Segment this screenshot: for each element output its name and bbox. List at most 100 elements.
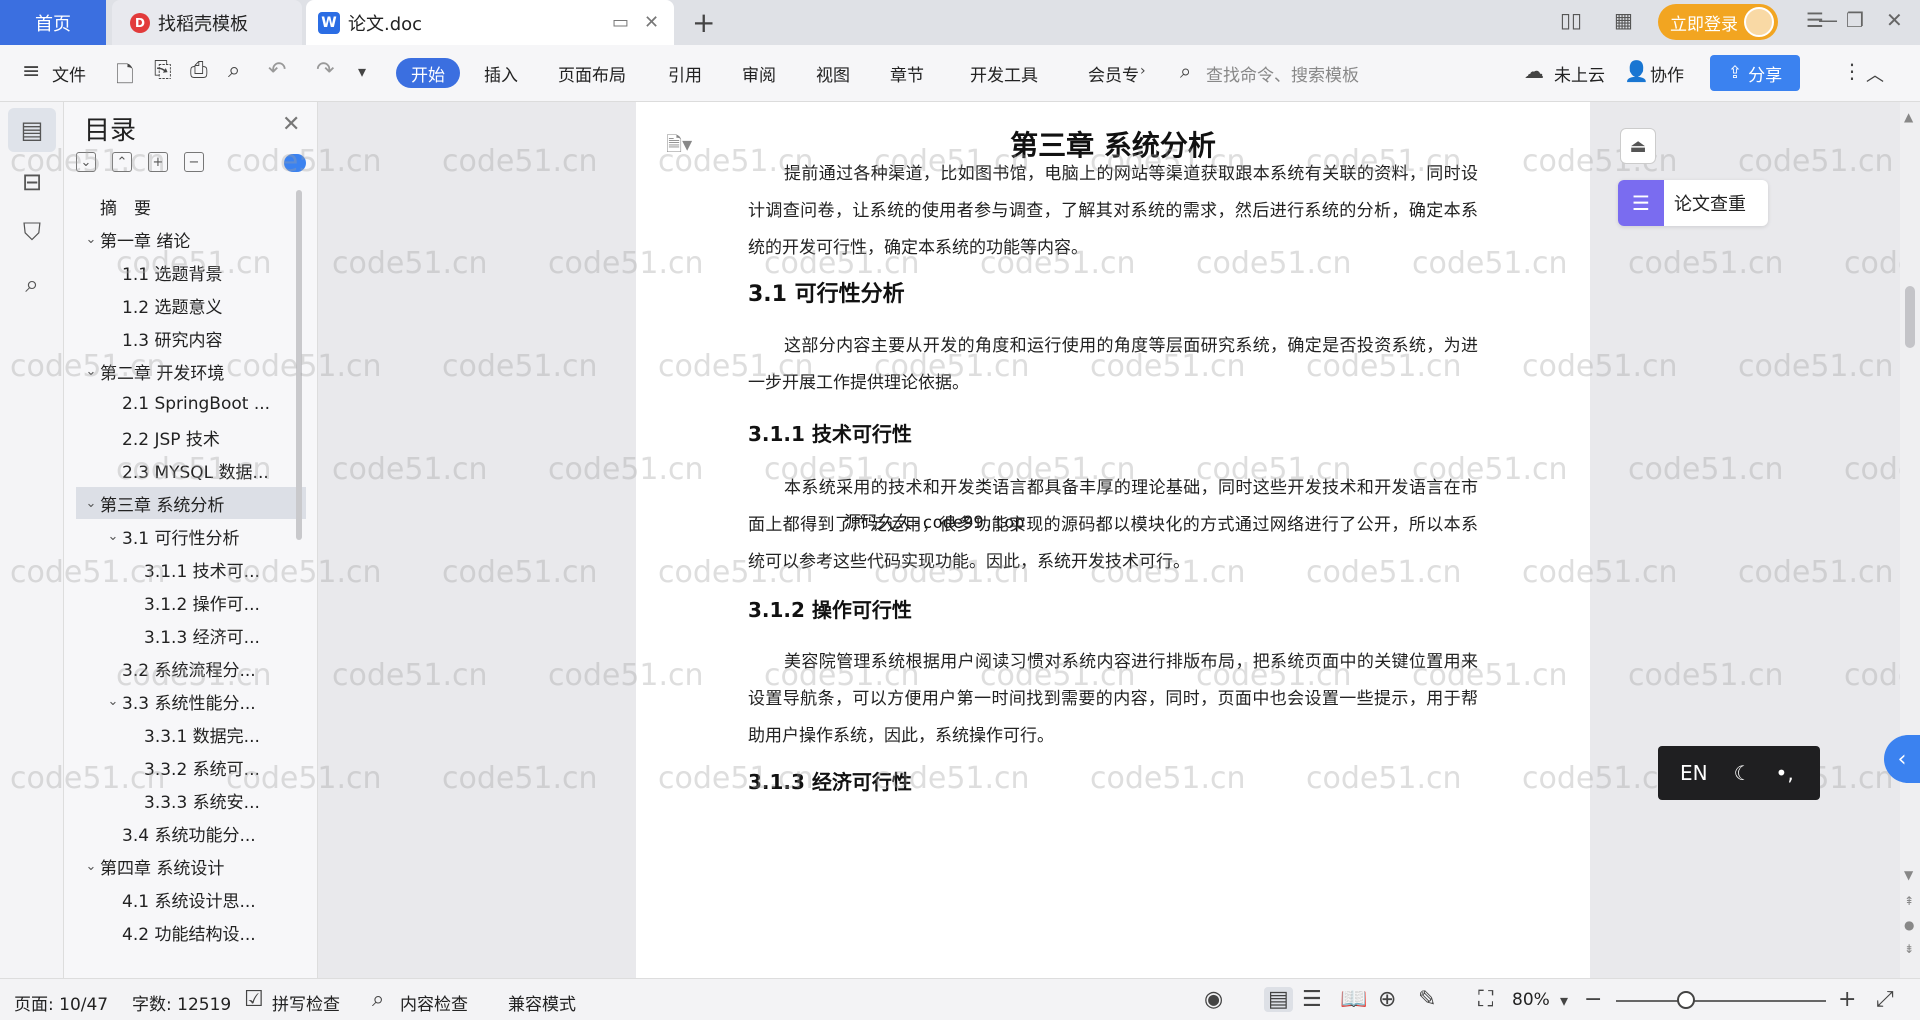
export-icon[interactable]: ⎘ (154, 58, 172, 83)
zoom-dropdown-icon[interactable]: ▾ (1560, 991, 1568, 1010)
outline-item[interactable]: 2.2 JSP 技术 (76, 421, 306, 453)
login-button[interactable]: 立即登录 (1658, 4, 1778, 40)
tab-templates[interactable]: D 找稻壳模板 (112, 0, 302, 45)
tab-review[interactable]: 审阅 (742, 61, 776, 86)
tab-home[interactable]: 首页 (0, 0, 106, 45)
outline-item[interactable]: 3.4 系统功能分... (76, 817, 306, 849)
scroll-down-icon[interactable]: ▼ (1904, 868, 1913, 882)
outline-item[interactable]: 4.2 功能结构设... (76, 916, 306, 948)
outline-item[interactable]: 1.1 选题背景 (76, 256, 306, 288)
remove-heading-icon[interactable]: − (184, 152, 204, 172)
collaborate-button[interactable]: 协作 (1650, 61, 1684, 86)
chapter-nav-icon[interactable]: ⊟ (8, 160, 56, 204)
prev-page-icon[interactable]: ⇞ (1904, 894, 1914, 908)
layout-icon[interactable]: ▯▯ (1560, 8, 1582, 32)
preview-icon[interactable]: ⌕ (228, 58, 240, 83)
tab-start[interactable]: 开始 (396, 58, 460, 88)
outline-item[interactable]: 1.2 选题意义 (76, 289, 306, 321)
paper-check-button[interactable]: ☰ 论文查重 (1618, 180, 1768, 226)
outline-item[interactable]: 3.3.2 系统可... (76, 751, 306, 783)
zoom-in-icon[interactable]: + (1838, 987, 1856, 1012)
quick-access-dropdown-icon[interactable]: ▾ (358, 62, 366, 81)
outline-mode-icon[interactable]: ☰ (1302, 987, 1322, 1012)
tab-member[interactable]: 会员专 (1088, 61, 1139, 86)
fit-page-icon[interactable]: ⛶ (1478, 987, 1493, 1012)
expand-all-icon[interactable]: ⌄ (76, 152, 96, 172)
file-menu[interactable]: 文件 (52, 61, 86, 86)
outline-item[interactable]: 3.1.1 技术可... (76, 553, 306, 585)
find-icon[interactable]: ⌕ (8, 262, 56, 306)
chevron-down-icon[interactable]: ⌄ (104, 529, 122, 544)
outline-item[interactable]: ⌄ 第一章 绪论 (76, 223, 306, 255)
chevron-down-icon[interactable]: ⌄ (82, 364, 100, 379)
ribbon-collapse-icon[interactable]: ︿ (1866, 61, 1884, 87)
collapse-all-icon[interactable]: ⌃ (112, 152, 132, 172)
new-tab-icon[interactable]: + (692, 6, 715, 39)
outline-item[interactable]: 4.1 系统设计思... (76, 883, 306, 915)
outline-item[interactable]: ⌄ 3.1 可行性分析 (76, 520, 306, 552)
outline-item[interactable]: 3.3.1 数据完... (76, 718, 306, 750)
more-icon[interactable]: ⋮ (1842, 59, 1862, 83)
fullscreen-icon[interactable]: ⤢ (1876, 987, 1894, 1012)
cloud-status[interactable]: 未上云 (1554, 61, 1605, 86)
chevron-right-icon[interactable]: › (1140, 63, 1146, 79)
outline-item[interactable]: 摘 要 (76, 190, 306, 222)
close-tab-icon[interactable]: ✕ (644, 12, 659, 33)
print-icon[interactable]: ⎙ (190, 58, 208, 83)
smart-outline-icon[interactable] (284, 154, 306, 172)
panel-toggle-icon[interactable]: ⏏ (1620, 128, 1656, 164)
moon-icon[interactable]: ☾ (1734, 761, 1752, 785)
outline-item[interactable]: ⌄ 3.3 系统性能分... (76, 685, 306, 717)
tab-chapter[interactable]: 章节 (890, 61, 924, 86)
reading-mode-icon[interactable]: 📖 (1340, 987, 1367, 1012)
add-heading-icon[interactable]: + (148, 152, 168, 172)
outline-scrollbar[interactable] (296, 190, 302, 540)
pen-icon[interactable]: ✎ (1418, 987, 1436, 1012)
share-button[interactable]: ⇪ 分享 (1710, 55, 1800, 91)
scroll-up-icon[interactable]: ▲ (1904, 110, 1913, 124)
save-icon[interactable]: 🗋 (116, 58, 134, 96)
tab-page-layout[interactable]: 页面布局 (558, 61, 626, 86)
zoom-slider[interactable] (1616, 1000, 1826, 1002)
document-page[interactable]: 🗎▾ 第三章 系统分析 提前通过各种渠道，比如图书馆，电脑上的网站等渠道获取跟本… (636, 102, 1590, 978)
window-close-icon[interactable]: ✕ (1886, 8, 1903, 32)
redo-icon[interactable]: ↷ (316, 58, 334, 83)
outline-view-icon[interactable]: ▤ (8, 108, 56, 152)
outline-item[interactable]: ⌄ 第四章 系统设计 (76, 850, 306, 882)
tab-view[interactable]: 视图 (816, 61, 850, 86)
zoom-level[interactable]: 80% (1512, 990, 1550, 1010)
spell-check-button[interactable]: 拼写检查 (272, 990, 340, 1015)
window-restore-icon[interactable]: ❐ (1846, 8, 1864, 32)
tab-document[interactable]: W 论文.doc ▭ ✕ (306, 0, 674, 45)
vertical-scrollbar[interactable]: ▲ ▼ ⇞ ● ⇟ (1900, 102, 1920, 978)
tab-references[interactable]: 引用 (668, 61, 702, 86)
punctuation-icon[interactable]: •, (1776, 761, 1794, 785)
outline-item[interactable]: 1.3 研究内容 (76, 322, 306, 354)
command-search-input[interactable]: 查找命令、搜索模板 (1206, 61, 1359, 86)
tab-insert[interactable]: 插入 (484, 61, 518, 86)
outline-item[interactable]: 2.1 SpringBoot ... (76, 388, 306, 420)
chevron-down-icon[interactable]: ⌄ (82, 859, 100, 874)
screen-icon[interactable]: ▭ (612, 12, 629, 33)
select-browse-icon[interactable]: ● (1904, 918, 1914, 932)
page-view-icon[interactable]: ▤ (1264, 987, 1293, 1012)
window-minimize-icon[interactable]: — (1818, 8, 1838, 32)
web-view-icon[interactable]: ⊕ (1378, 987, 1396, 1012)
tab-developer[interactable]: 开发工具 (970, 61, 1038, 86)
hamburger-icon[interactable]: ≡ (22, 59, 40, 84)
outline-item[interactable]: 3.2 系统流程分... (76, 652, 306, 684)
grid-apps-icon[interactable]: ▦ (1614, 8, 1633, 32)
eye-protect-icon[interactable]: ◉ (1204, 987, 1223, 1012)
close-icon[interactable]: ✕ (282, 112, 300, 137)
page-indicator[interactable]: 页面: 10/47 (14, 990, 108, 1015)
next-page-icon[interactable]: ⇟ (1904, 942, 1914, 956)
bookmark-icon[interactable]: ⛉ (8, 210, 56, 254)
outline-item[interactable]: 3.1.2 操作可... (76, 586, 306, 618)
chevron-down-icon[interactable]: ⌄ (82, 232, 100, 247)
zoom-slider-handle[interactable] (1677, 991, 1695, 1009)
outline-item[interactable]: 3.3.3 系统安... (76, 784, 306, 816)
outline-item[interactable]: 3.1.3 经济可... (76, 619, 306, 651)
content-check-button[interactable]: 内容检查 (400, 990, 468, 1015)
chevron-down-icon[interactable]: ⌄ (82, 496, 100, 511)
undo-icon[interactable]: ↶ (268, 58, 286, 83)
